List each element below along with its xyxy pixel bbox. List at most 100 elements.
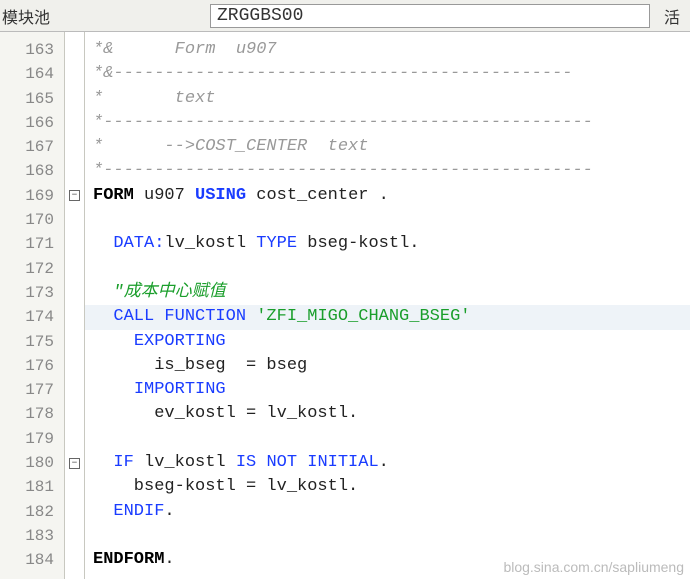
- token: *& Form u907: [93, 40, 277, 59]
- line-number: 166: [0, 111, 64, 135]
- token: 'ZFI_MIGO_CHANG_BSEG': [256, 307, 470, 326]
- fold-cell: −: [65, 184, 84, 208]
- code-line[interactable]: [85, 257, 690, 281]
- token: USING: [195, 186, 256, 205]
- fold-cell: [65, 111, 84, 135]
- code-line[interactable]: *---------------------------------------…: [85, 111, 690, 135]
- code-line[interactable]: CALL FUNCTION 'ZFI_MIGO_CHANG_BSEG': [85, 305, 690, 329]
- line-number: 172: [0, 257, 64, 281]
- program-name-input[interactable]: [210, 4, 650, 28]
- token: * -->COST_CENTER text: [93, 137, 368, 156]
- token: cost_center: [256, 186, 378, 205]
- token: [93, 453, 113, 472]
- fold-collapse-icon[interactable]: −: [69, 190, 80, 201]
- token: .: [379, 453, 389, 472]
- code-line[interactable]: *&--------------------------------------…: [85, 62, 690, 86]
- code-line[interactable]: "成本中心赋值: [85, 281, 690, 305]
- token: .: [379, 186, 389, 205]
- code-line[interactable]: DATA:lv_kostl TYPE bseg-kostl.: [85, 232, 690, 256]
- line-number: 170: [0, 208, 64, 232]
- code-line[interactable]: EXPORTING: [85, 330, 690, 354]
- code-line[interactable]: [85, 524, 690, 548]
- line-number: 177: [0, 378, 64, 402]
- code-line[interactable]: ev_kostl = lv_kostl.: [85, 402, 690, 426]
- token: * text: [93, 89, 215, 108]
- token: IS NOT INITIAL: [236, 453, 379, 472]
- token: [93, 234, 113, 253]
- code-line[interactable]: [85, 208, 690, 232]
- code-line[interactable]: *---------------------------------------…: [85, 159, 690, 183]
- top-right-label: 活: [664, 4, 680, 28]
- code-line[interactable]: bseg-kostl = lv_kostl.: [85, 475, 690, 499]
- line-number: 169: [0, 184, 64, 208]
- fold-cell: [65, 475, 84, 499]
- module-pool-label: 模块池: [0, 4, 78, 28]
- line-number: 171: [0, 232, 64, 256]
- fold-cell: [65, 500, 84, 524]
- code-line[interactable]: ENDIF.: [85, 500, 690, 524]
- token: IF: [113, 453, 144, 472]
- token: lv_kostl: [144, 453, 236, 472]
- line-number: 175: [0, 330, 64, 354]
- token: TYPE: [256, 234, 307, 253]
- fold-cell: [65, 159, 84, 183]
- line-number: 178: [0, 402, 64, 426]
- fold-cell: [65, 305, 84, 329]
- code-line[interactable]: * text: [85, 87, 690, 111]
- line-number-gutter: 1631641651661671681691701711721731741751…: [0, 32, 65, 579]
- token: [93, 380, 134, 399]
- line-number: 182: [0, 500, 64, 524]
- line-number: 174: [0, 305, 64, 329]
- token: lv_kostl: [164, 234, 256, 253]
- fold-cell: [65, 232, 84, 256]
- fold-cell: [65, 427, 84, 451]
- line-number: 184: [0, 548, 64, 572]
- top-bar: 模块池 活: [0, 0, 690, 32]
- fold-cell: [65, 87, 84, 111]
- token: *---------------------------------------…: [93, 113, 593, 132]
- code-line[interactable]: [85, 427, 690, 451]
- line-number: 173: [0, 281, 64, 305]
- line-number: 176: [0, 354, 64, 378]
- token: *&--------------------------------------…: [93, 64, 572, 83]
- token: .: [164, 502, 174, 521]
- code-line[interactable]: is_bseg = bseg: [85, 354, 690, 378]
- token: [93, 332, 134, 351]
- token: u907: [144, 186, 195, 205]
- fold-cell: [65, 281, 84, 305]
- token: bseg-kostl: [307, 234, 409, 253]
- token: CALL FUNCTION: [113, 307, 256, 326]
- code-line[interactable]: * -->COST_CENTER text: [85, 135, 690, 159]
- line-number: 180: [0, 451, 64, 475]
- fold-cell: −: [65, 451, 84, 475]
- token: IMPORTING: [134, 380, 226, 399]
- fold-column: −−: [65, 32, 85, 579]
- fold-collapse-icon[interactable]: −: [69, 458, 80, 469]
- token: FORM: [93, 186, 144, 205]
- code-line[interactable]: ENDFORM.: [85, 548, 690, 572]
- abap-editor: 1631641651661671681691701711721731741751…: [0, 32, 690, 579]
- line-number: 167: [0, 135, 64, 159]
- code-line[interactable]: FORM u907 USING cost_center .: [85, 184, 690, 208]
- token: *---------------------------------------…: [93, 161, 593, 180]
- line-number: 164: [0, 62, 64, 86]
- line-number: 163: [0, 38, 64, 62]
- line-number: 183: [0, 524, 64, 548]
- code-line[interactable]: IMPORTING: [85, 378, 690, 402]
- code-line[interactable]: *& Form u907: [85, 38, 690, 62]
- fold-cell: [65, 38, 84, 62]
- token: DATA:: [113, 234, 164, 253]
- token: ENDIF: [113, 502, 164, 521]
- token: bseg-kostl = lv_kostl: [93, 477, 348, 496]
- token: [93, 502, 113, 521]
- fold-cell: [65, 62, 84, 86]
- fold-cell: [65, 257, 84, 281]
- token: .: [409, 234, 419, 253]
- code-line[interactable]: IF lv_kostl IS NOT INITIAL.: [85, 451, 690, 475]
- fold-cell: [65, 354, 84, 378]
- fold-cell: [65, 524, 84, 548]
- code-area[interactable]: *& Form u907 *&--------------------------…: [85, 32, 690, 579]
- token: EXPORTING: [134, 332, 226, 351]
- token: ev_kostl = lv_kostl: [93, 404, 348, 423]
- fold-cell: [65, 402, 84, 426]
